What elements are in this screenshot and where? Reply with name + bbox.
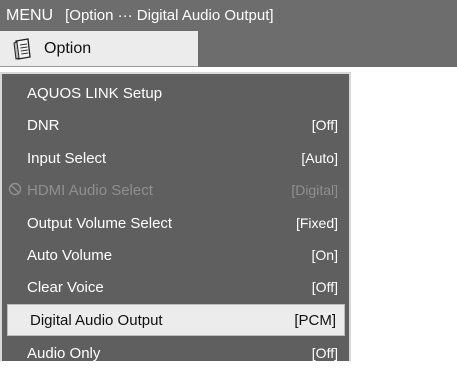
menu-title: MENU [6,7,54,24]
menu-item-dnr[interactable]: DNR [Off] [5,109,346,141]
menu-item-label: HDMI Audio Select [27,181,153,199]
menu-item-hdmi-audio-select: HDMI Audio Select [Digital] [5,174,346,206]
menu-item-value: [On] [311,247,338,263]
menu-item-label: Auto Volume [27,246,113,264]
menu-item-value: [Off] [311,279,338,295]
menu-item-aquos-link-setup[interactable]: AQUOS LINK Setup [5,77,346,109]
menu-item-value: [Digital] [291,182,338,198]
menu-item-label: Digital Audio Output [30,311,163,329]
menu-item-label: Output Volume Select [27,214,173,232]
menu-item-value: [Fixed] [295,215,338,231]
menu-item-label: Input Select [27,149,107,167]
menu-item-clear-voice[interactable]: Clear Voice [Off] [5,271,346,303]
menu-item-digital-audio-output[interactable]: Digital Audio Output [PCM] [7,304,345,336]
tab-bar-filler [199,31,457,67]
menu-item-input-select[interactable]: Input Select [Auto] [5,142,346,174]
breadcrumb: [Option ··· Digital Audio Output] [65,7,274,24]
menu-item-value: [Auto] [301,150,338,166]
unavailable-icon [8,182,22,196]
menu-item-auto-volume[interactable]: Auto Volume [On] [5,239,346,271]
menu-item-label: DNR [27,116,60,134]
menu-item-value: [PCM] [294,311,336,329]
option-page-icon [13,37,31,60]
menu-item-value: [Off] [311,345,338,361]
menu-item-label: Audio Only [27,344,101,362]
menu-item-output-volume-select[interactable]: Output Volume Select [Fixed] [5,207,346,239]
menu-item-audio-only[interactable]: Audio Only [Off] [5,337,346,369]
tab-bar: Option [0,31,457,67]
tab-option-label: Option [44,39,92,57]
menu-item-label: Clear Voice [27,278,104,296]
menu-item-label: AQUOS LINK Setup [27,84,163,102]
tab-option[interactable]: Option [0,31,199,67]
menu-item-value: [Off] [311,117,338,133]
menu-header: MENU [Option ··· Digital Audio Output] [0,0,457,31]
option-menu-panel: AQUOS LINK Setup DNR [Off] Input Select … [0,72,351,362]
